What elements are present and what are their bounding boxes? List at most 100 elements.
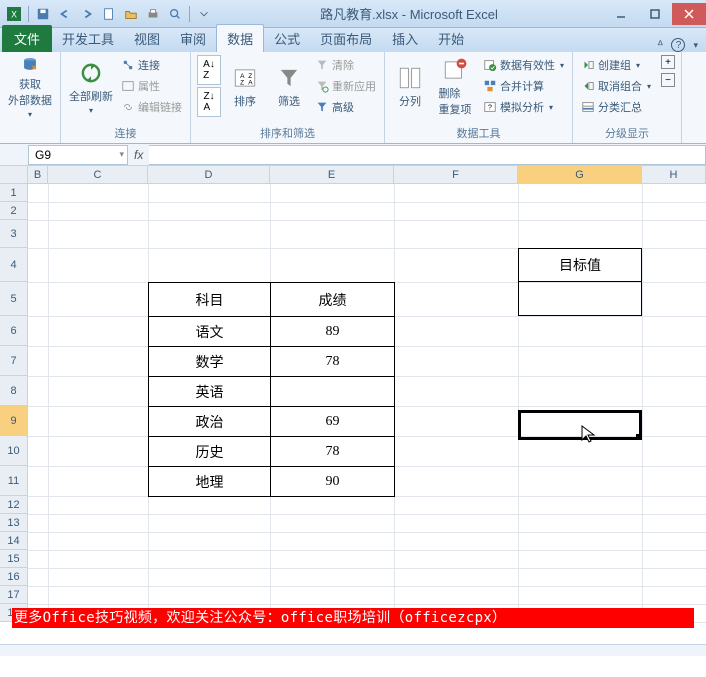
- column-header[interactable]: C: [48, 166, 148, 184]
- name-box[interactable]: G9▾: [28, 145, 128, 165]
- quickprint-icon[interactable]: [143, 4, 163, 24]
- cell[interactable]: 语文: [149, 317, 271, 347]
- cell[interactable]: 历史: [149, 437, 271, 467]
- row-header[interactable]: 11: [0, 466, 28, 496]
- row-header[interactable]: 9: [0, 406, 28, 436]
- column-header[interactable]: H: [642, 166, 706, 184]
- text-to-columns-button[interactable]: 分列: [391, 55, 429, 119]
- cell[interactable]: 90: [271, 467, 395, 497]
- sort-button[interactable]: AZZA 排序: [225, 55, 265, 119]
- undo-icon[interactable]: [55, 4, 75, 24]
- column-header[interactable]: G: [518, 166, 642, 184]
- clear-filter-button[interactable]: 清除: [313, 55, 378, 75]
- row-header[interactable]: 1: [0, 184, 28, 202]
- target-value-cell[interactable]: [518, 282, 642, 316]
- row-header[interactable]: 7: [0, 346, 28, 376]
- connections-button[interactable]: 连接: [119, 55, 184, 75]
- ribbon-group-label: 排序和筛选: [197, 123, 378, 141]
- target-label-cell[interactable]: 目标值: [518, 248, 642, 282]
- column-header[interactable]: B: [28, 166, 48, 184]
- subtotal-button[interactable]: 分类汇总: [579, 97, 653, 117]
- help-icon[interactable]: ?: [671, 38, 685, 52]
- save-icon[interactable]: [33, 4, 53, 24]
- row-header[interactable]: 4: [0, 248, 28, 282]
- cell[interactable]: 政治: [149, 407, 271, 437]
- remove-duplicates-button[interactable]: 删除 重复项: [433, 55, 477, 119]
- cell[interactable]: 成绩: [271, 283, 395, 317]
- ribbon-tab-7[interactable]: 开发工具: [52, 25, 124, 52]
- ribbon-tab-6[interactable]: 视图: [124, 25, 170, 52]
- preview-icon[interactable]: [165, 4, 185, 24]
- cell[interactable]: 78: [271, 437, 395, 467]
- sort-asc-button[interactable]: A↓Z: [197, 55, 221, 85]
- cell[interactable]: 数学: [149, 347, 271, 377]
- edit-links-button[interactable]: 编辑链接: [119, 97, 184, 117]
- properties-button[interactable]: 属性: [119, 76, 184, 96]
- data-validation-button[interactable]: 数据有效性▾: [481, 55, 566, 75]
- fx-button[interactable]: fx: [128, 148, 149, 162]
- show-detail-icon[interactable]: +: [661, 55, 675, 69]
- ribbon-group-getdata: 获取 外部数据 ▾: [0, 52, 61, 143]
- consolidate-button[interactable]: 合并计算: [481, 76, 566, 96]
- close-button[interactable]: [672, 3, 706, 25]
- ribbon-group-data-tools: 分列 删除 重复项 数据有效性▾ 合并计算 ?模拟分析▾ 数据工具: [385, 52, 573, 143]
- cell[interactable]: 英语: [149, 377, 271, 407]
- row-header[interactable]: 15: [0, 550, 28, 568]
- formula-input[interactable]: [149, 145, 706, 165]
- row-header[interactable]: 8: [0, 376, 28, 406]
- ribbon-group-sort-filter: A↓Z Z↓A AZZA 排序 筛选 清除 重新应用 高级 排序和筛选: [191, 52, 385, 143]
- row-header[interactable]: 2: [0, 202, 28, 220]
- advanced-filter-button[interactable]: 高级: [313, 97, 378, 117]
- reapply-button[interactable]: 重新应用: [313, 76, 378, 96]
- row-header[interactable]: 13: [0, 514, 28, 532]
- row-header[interactable]: 3: [0, 220, 28, 248]
- column-header[interactable]: F: [394, 166, 518, 184]
- cell[interactable]: 科目: [149, 283, 271, 317]
- column-header[interactable]: E: [270, 166, 394, 184]
- qat-separator: [28, 6, 29, 22]
- sort-desc-button[interactable]: Z↓A: [197, 87, 221, 117]
- new-icon[interactable]: [99, 4, 119, 24]
- column-header[interactable]: D: [148, 166, 270, 184]
- open-icon[interactable]: [121, 4, 141, 24]
- ribbon-tab-2[interactable]: 页面布局: [310, 25, 382, 52]
- data-table[interactable]: 科目成绩语文89数学78英语政治69历史78地理90: [148, 282, 395, 497]
- minimize-ribbon-icon[interactable]: ᐞ: [657, 38, 664, 52]
- minimize-button[interactable]: [604, 3, 638, 25]
- cell[interactable]: [271, 377, 395, 407]
- hide-detail-icon[interactable]: −: [661, 73, 675, 87]
- refresh-all-button[interactable]: 全部刷新 ▾: [67, 55, 115, 119]
- ribbon-group-label: 数据工具: [391, 123, 566, 141]
- row-header[interactable]: 6: [0, 316, 28, 346]
- file-tab[interactable]: 文件: [2, 25, 52, 52]
- row-header[interactable]: 10: [0, 436, 28, 466]
- cell[interactable]: 69: [271, 407, 395, 437]
- ungroup-button[interactable]: 取消组合▾: [579, 76, 653, 96]
- ribbon-tab-5[interactable]: 审阅: [170, 25, 216, 52]
- fill-handle[interactable]: [636, 434, 642, 440]
- ribbon-group-outline: 创建组▾ 取消组合▾ 分类汇总 + − 分级显示: [573, 52, 682, 143]
- ribbon-tab-1[interactable]: 插入: [382, 25, 428, 52]
- group-button[interactable]: 创建组▾: [579, 55, 653, 75]
- qat-dropdown-icon[interactable]: [194, 4, 214, 24]
- row-header[interactable]: 14: [0, 532, 28, 550]
- row-header[interactable]: 5: [0, 282, 28, 316]
- worksheet-grid[interactable]: BCDEFGH 123456789101112131415161718 科目成绩…: [0, 166, 706, 644]
- redo-icon[interactable]: [77, 4, 97, 24]
- row-header[interactable]: 16: [0, 568, 28, 586]
- cell[interactable]: 78: [271, 347, 395, 377]
- filter-button[interactable]: 筛选: [269, 55, 309, 119]
- ribbon-tab-0[interactable]: 开始: [428, 25, 474, 52]
- ribbon-tab-4[interactable]: 数据: [216, 24, 264, 52]
- whatif-button[interactable]: ?模拟分析▾: [481, 97, 566, 117]
- formula-bar: G9▾ fx: [0, 144, 706, 166]
- row-header[interactable]: 12: [0, 496, 28, 514]
- get-external-data-button[interactable]: 获取 外部数据 ▾: [6, 55, 54, 119]
- cell[interactable]: 地理: [149, 467, 271, 497]
- ribbon-group-label: 连接: [67, 123, 184, 141]
- row-header[interactable]: 17: [0, 586, 28, 604]
- ribbon-tab-3[interactable]: 公式: [264, 25, 310, 52]
- select-all-corner[interactable]: [0, 166, 28, 184]
- maximize-button[interactable]: [638, 3, 672, 25]
- cell[interactable]: 89: [271, 317, 395, 347]
